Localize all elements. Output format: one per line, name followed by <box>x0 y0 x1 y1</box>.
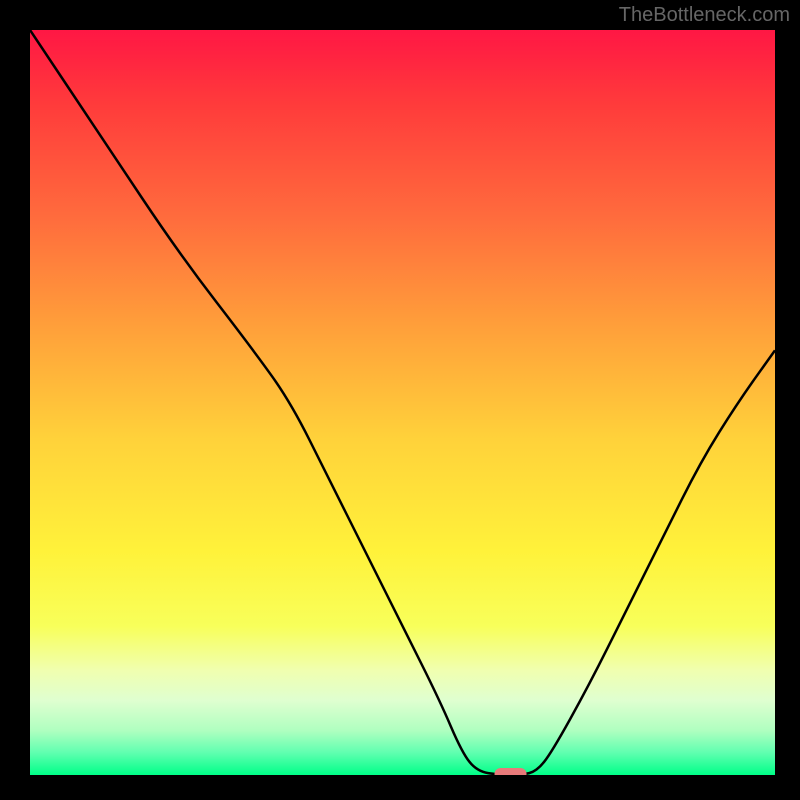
optimal-marker <box>495 768 527 775</box>
chart-container: TheBottleneck.com <box>0 0 800 800</box>
watermark-text: TheBottleneck.com <box>619 4 790 27</box>
chart-svg <box>30 30 775 775</box>
plot-area <box>30 30 775 775</box>
gradient-background <box>30 30 775 775</box>
